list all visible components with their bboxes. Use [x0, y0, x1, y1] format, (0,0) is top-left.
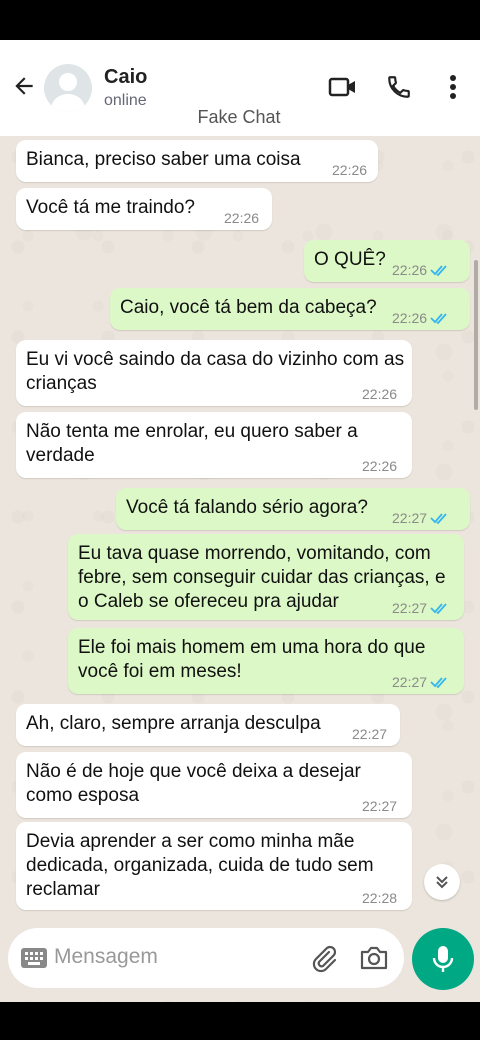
camera-icon[interactable] — [358, 942, 390, 974]
message-time: 22:28 — [362, 890, 398, 906]
message-incoming[interactable]: Eu vi você saindo da casa do vizinho com… — [16, 340, 412, 406]
navigation-bar — [0, 1002, 480, 1040]
message-time: 22:27 — [352, 726, 388, 742]
message-incoming[interactable]: Não tenta me enrolar, eu quero saber a v… — [16, 412, 412, 478]
fake-chat-watermark: Fake Chat — [164, 102, 314, 136]
message-composer[interactable]: Mensagem — [8, 928, 404, 988]
message-time: 22:27 — [392, 674, 428, 690]
phone-call-icon[interactable] — [384, 72, 414, 102]
message-outgoing[interactable]: O QUÊ? 22:26 — [304, 240, 470, 282]
read-ticks-icon — [430, 603, 447, 614]
message-outgoing[interactable]: Eu tava quase morrendo, vomitando, com f… — [68, 534, 464, 620]
message-incoming[interactable]: Não é de hoje que você deixa a desejar c… — [16, 752, 412, 818]
message-text: Bianca, preciso saber uma coisa — [26, 149, 301, 170]
more-options-icon[interactable] — [438, 72, 468, 102]
avatar-body-shape — [51, 94, 85, 112]
message-outgoing[interactable]: Ele foi mais homem em uma hora do que vo… — [68, 628, 464, 694]
message-incoming[interactable]: Bianca, preciso saber uma coisa 22:26 — [16, 140, 378, 182]
back-arrow-icon[interactable] — [8, 70, 40, 102]
message-time: 22:26 — [362, 386, 398, 402]
keyboard-icon[interactable] — [20, 945, 48, 971]
message-outgoing[interactable]: Caio, você tá bem da cabeça? 22:26 — [110, 288, 470, 330]
message-time: 22:26 — [392, 310, 428, 326]
message-text: Não tenta me enrolar, eu quero saber a v… — [26, 421, 358, 466]
message-time: 22:27 — [362, 798, 398, 814]
read-ticks-icon — [430, 265, 447, 276]
message-time: 22:26 — [392, 262, 428, 278]
contact-name[interactable]: Caio — [104, 66, 147, 89]
message-text: Não é de hoje que você deixa a desejar c… — [26, 761, 361, 806]
mic-icon — [432, 946, 454, 972]
message-time: 22:27 — [392, 510, 428, 526]
message-time: 22:27 — [392, 600, 428, 616]
message-incoming[interactable]: Você tá me traindo? 22:26 — [16, 188, 272, 230]
chat-screen: Caio online Fake Chat Bianca, preciso sa… — [0, 40, 480, 1002]
message-text: Eu vi você saindo da casa do vizinho com… — [26, 349, 405, 394]
message-incoming[interactable]: Ah, claro, sempre arranja desculpa 22:27 — [16, 704, 400, 746]
contact-status: online — [104, 92, 147, 109]
read-ticks-icon — [430, 313, 447, 324]
double-chevron-down-icon — [436, 876, 448, 889]
video-call-icon[interactable] — [328, 72, 358, 102]
scroll-to-bottom-button[interactable] — [424, 864, 460, 900]
message-time: 22:26 — [362, 458, 398, 474]
message-text: Você tá me traindo? — [26, 197, 195, 218]
read-ticks-icon — [430, 677, 447, 688]
message-input-placeholder[interactable]: Mensagem — [54, 945, 158, 969]
message-text: Você tá falando sério agora? — [126, 497, 368, 518]
avatar-head-shape — [59, 73, 77, 91]
message-outgoing[interactable]: Você tá falando sério agora? 22:27 — [116, 488, 470, 530]
mic-button[interactable] — [412, 928, 474, 990]
attach-clip-icon[interactable] — [308, 942, 340, 974]
status-bar — [0, 0, 480, 40]
message-time: 22:26 — [224, 210, 260, 226]
message-text: Caio, você tá bem da cabeça? — [120, 297, 377, 318]
avatar[interactable] — [44, 64, 92, 112]
message-incoming[interactable]: Devia aprender a ser como minha mãe dedi… — [16, 822, 412, 910]
message-text: Devia aprender a ser como minha mãe dedi… — [26, 831, 374, 900]
scrollbar[interactable] — [474, 260, 478, 410]
message-text: Ah, claro, sempre arranja desculpa — [26, 713, 321, 734]
message-text: O QUÊ? — [314, 249, 386, 270]
message-time: 22:26 — [332, 162, 368, 178]
read-ticks-icon — [430, 513, 447, 524]
